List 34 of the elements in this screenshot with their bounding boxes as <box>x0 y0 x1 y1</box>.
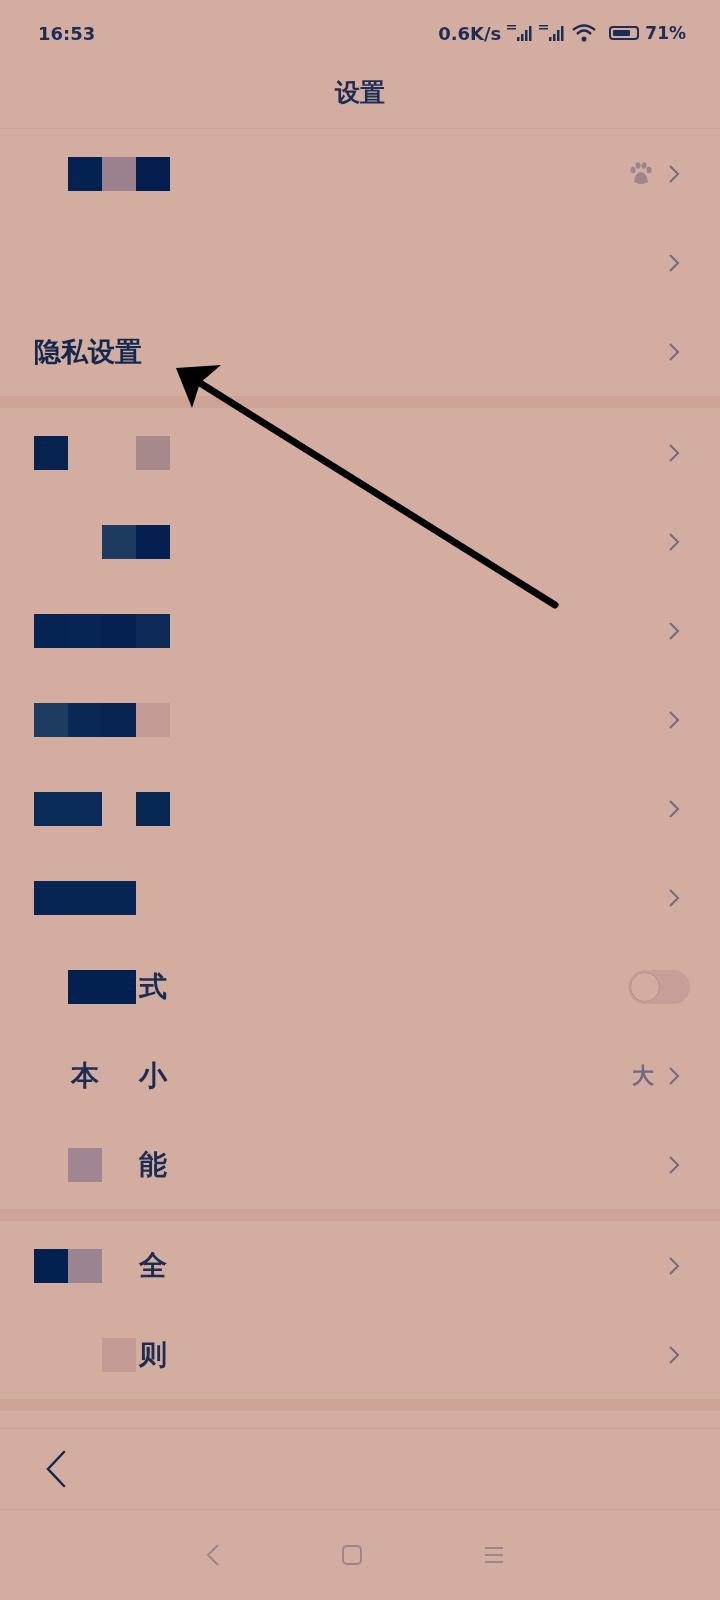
chevron-right-icon <box>668 798 680 819</box>
toggle-switch[interactable] <box>628 969 690 1004</box>
setting-label-char: 式 <box>137 969 168 1004</box>
chevron-right-icon <box>668 709 680 730</box>
nav-home-icon[interactable] <box>341 1544 363 1566</box>
setting-label[interactable]: 隐私设置 <box>34 333 142 370</box>
chevron-right-icon <box>668 620 680 641</box>
chevron-right-icon <box>668 341 680 362</box>
chevron-right-icon <box>668 1255 680 1276</box>
chevron-right-icon <box>668 531 680 552</box>
back-icon[interactable] <box>44 1449 68 1489</box>
status-time: 16:53 <box>38 22 96 44</box>
chevron-right-icon <box>668 1065 680 1086</box>
setting-value: 大 <box>632 1061 654 1090</box>
battery-icon <box>609 26 640 40</box>
setting-label-char: 本 <box>69 1058 100 1093</box>
page-title: 设置 <box>335 77 385 109</box>
setting-label-char: 全 <box>138 1248 168 1283</box>
battery-percent: 71% <box>645 23 686 43</box>
setting-label-char: 小 <box>137 1058 168 1093</box>
setting-label-char: 能 <box>138 1147 168 1182</box>
chevron-right-icon <box>668 1154 680 1175</box>
nav-menu-icon[interactable] <box>483 1545 505 1565</box>
nav-back-icon[interactable] <box>205 1543 221 1567</box>
chevron-right-icon <box>668 442 680 463</box>
chevron-right-icon <box>668 252 680 273</box>
chevron-right-icon <box>668 163 680 184</box>
chevron-right-icon <box>668 887 680 908</box>
signal-icon <box>539 24 566 42</box>
chevron-right-icon <box>668 1344 680 1365</box>
setting-label-char: 则 <box>138 1337 168 1372</box>
signal-icon <box>507 24 534 42</box>
wifi-icon <box>571 23 598 43</box>
network-speed: 0.6K/s <box>438 22 502 44</box>
